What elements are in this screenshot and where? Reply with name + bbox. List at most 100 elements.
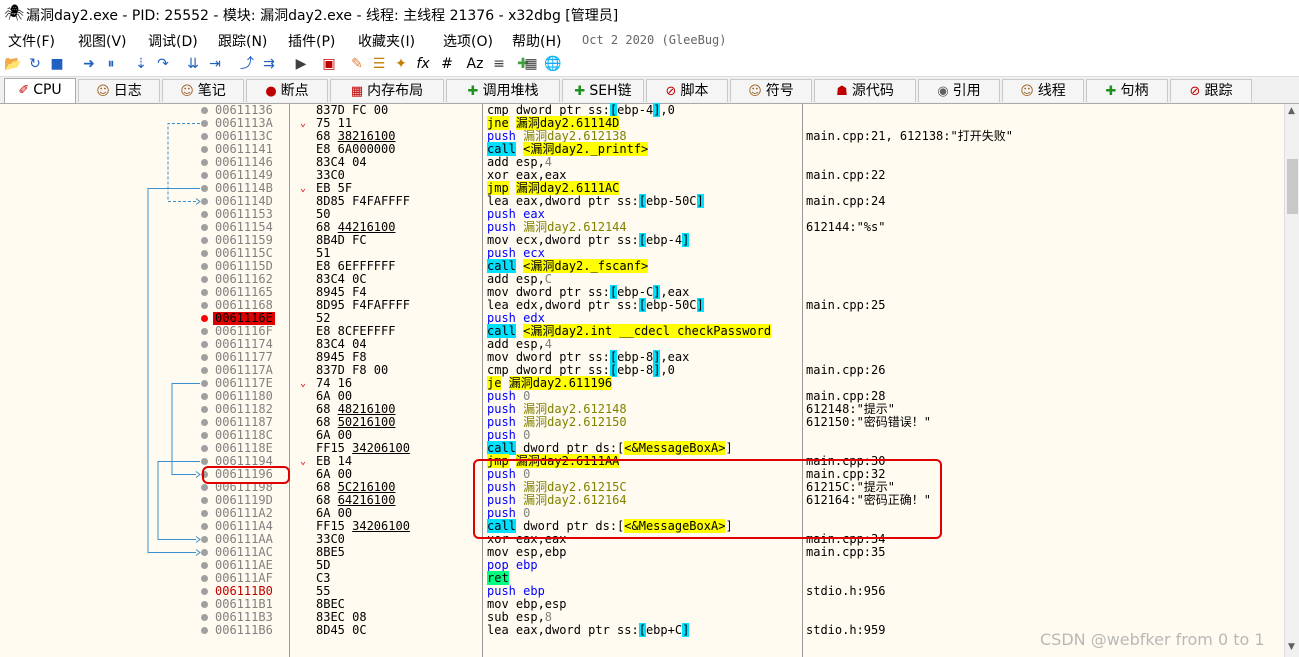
- breakpoint-dot-icon[interactable]: [201, 276, 208, 283]
- label-icon[interactable]: ☰: [370, 55, 388, 73]
- breakpoint-dot-icon[interactable]: [201, 159, 208, 166]
- step-over-icon[interactable]: ↷: [154, 55, 172, 73]
- disasm-row[interactable]: 00611153 50 push eax: [0, 208, 1284, 221]
- disasm-row[interactable]: 00611146 83C4 04 add esp,4: [0, 156, 1284, 169]
- trace-over-icon[interactable]: ⇥: [206, 55, 224, 73]
- run-icon[interactable]: ➜: [80, 55, 98, 73]
- disasm-row[interactable]: 0061117A 837D F8 00 cmp dword ptr ss:[ebp-…: [0, 363, 1284, 377]
- breakpoint-dot-icon[interactable]: [201, 432, 208, 439]
- menu-view[interactable]: 视图(V): [78, 31, 127, 51]
- breakpoint-dot-icon[interactable]: [201, 445, 208, 452]
- open-icon[interactable]: 📂: [4, 55, 22, 73]
- comment-icon[interactable]: ✎: [348, 55, 366, 73]
- tab-references[interactable]: ◉ 引用: [918, 79, 1000, 102]
- run-to-user-code-icon[interactable]: ⇉: [260, 55, 278, 73]
- disasm-row[interactable]: 00611182 68 48216100 push 漏洞day2.612148 612…: [0, 403, 1284, 416]
- breakpoint-dot-icon[interactable]: [201, 172, 208, 179]
- breakpoint-dot-icon[interactable]: [201, 614, 208, 621]
- tab-cpu[interactable]: ✐ CPU: [4, 78, 76, 103]
- breakpoint-dot-icon[interactable]: [201, 107, 208, 114]
- disasm-row[interactable]: 00611136 837D FC 00 cmp dword ptr ss:[ebp-…: [0, 103, 1284, 117]
- bookmark-icon[interactable]: ✦: [392, 55, 410, 73]
- script-icon[interactable]: ▣: [320, 55, 338, 73]
- disasm-row[interactable]: 00611159 8B4D FC mov ecx,dword ptr ss:[ebp…: [0, 233, 1284, 247]
- function-icon[interactable]: fx: [414, 55, 432, 73]
- tab-symbols[interactable]: ☺ 符号: [730, 79, 812, 102]
- tab-log[interactable]: ☺ 日志: [78, 79, 160, 102]
- disasm-row[interactable]: 00611168 8D95 F4FAFFFF lea edx,dword ptr s…: [0, 298, 1284, 312]
- breakpoint-dot-icon[interactable]: [201, 133, 208, 140]
- breakpoint-dot-icon[interactable]: [201, 315, 208, 322]
- tab-handles[interactable]: ✚ 句柄: [1086, 79, 1168, 102]
- disasm-row[interactable]: 0061113A ⌄ 75 11 jne 漏洞day2.61114D: [0, 116, 1284, 130]
- strings-icon[interactable]: ≡: [490, 55, 508, 73]
- menu-debug[interactable]: 调试(D): [148, 31, 198, 51]
- trace-into-icon[interactable]: ⇊: [184, 55, 202, 73]
- tab-notes[interactable]: ☺ 笔记: [162, 79, 244, 102]
- breakpoint-dot-icon[interactable]: [201, 601, 208, 608]
- breakpoint-dot-icon[interactable]: [201, 458, 208, 465]
- breakpoint-dot-icon[interactable]: [201, 263, 208, 270]
- breakpoint-dot-icon[interactable]: [201, 549, 208, 556]
- breakpoint-dot-icon[interactable]: [201, 211, 208, 218]
- breakpoint-dot-icon[interactable]: [201, 523, 208, 530]
- breakpoint-dot-icon[interactable]: [201, 627, 208, 634]
- breakpoint-dot-icon[interactable]: [201, 341, 208, 348]
- calculator-icon[interactable]: ▦: [522, 55, 540, 73]
- disasm-row[interactable]: 0061114D 8D85 F4FAFFFF lea eax,dword ptr s…: [0, 194, 1284, 208]
- breakpoint-dot-icon[interactable]: [201, 367, 208, 374]
- breakpoint-dot-icon[interactable]: [201, 224, 208, 231]
- stop-icon[interactable]: ■: [48, 55, 66, 73]
- disasm-row[interactable]: 006111AE 5D pop ebp: [0, 559, 1284, 572]
- breakpoint-dot-icon[interactable]: [201, 393, 208, 400]
- disasm-row[interactable]: 0061116F E8 8CFEFFFF call <漏洞day2.int __cd…: [0, 324, 1284, 338]
- disasm-row[interactable]: 00611149 33C0 xor eax,eax main.cpp:22: [0, 169, 1284, 182]
- scroll-up-icon[interactable]: ▲: [1288, 106, 1295, 116]
- breakpoint-dot-icon[interactable]: [201, 302, 208, 309]
- breakpoint-dot-icon[interactable]: [201, 289, 208, 296]
- breakpoint-dot-icon[interactable]: [201, 237, 208, 244]
- disasm-row[interactable]: 0061115D E8 6EFFFFFF call <漏洞day2._fscanf>: [0, 259, 1284, 273]
- breakpoint-dot-icon[interactable]: [201, 198, 208, 205]
- font-icon[interactable]: Az: [466, 55, 484, 73]
- disasm-row[interactable]: 006111B1 8BEC mov ebp,esp: [0, 598, 1284, 611]
- disasm-row[interactable]: 006111AC 8BE5 mov esp,ebp main.cpp:35: [0, 546, 1284, 559]
- disasm-row[interactable]: 0061117E ⌄ 74 16 je 漏洞day2.611196: [0, 376, 1284, 390]
- menu-options[interactable]: 选项(O): [443, 31, 493, 51]
- tab-script[interactable]: ⊘ 脚本: [646, 79, 728, 102]
- tab-seh[interactable]: ✚ SEH链: [562, 79, 644, 102]
- menu-help[interactable]: 帮助(H): [512, 31, 561, 51]
- scroll-down-icon[interactable]: ▼: [1288, 642, 1295, 652]
- breakpoint-dot-icon[interactable]: [201, 588, 208, 595]
- menu-trace[interactable]: 跟踪(N): [218, 31, 267, 51]
- breakpoint-dot-icon[interactable]: [201, 510, 208, 517]
- animate-icon[interactable]: ▶: [292, 55, 310, 73]
- tab-threads[interactable]: ☺ 线程: [1002, 79, 1084, 102]
- breakpoint-dot-icon[interactable]: [201, 575, 208, 582]
- breakpoint-dot-icon[interactable]: [201, 419, 208, 426]
- disasm-row[interactable]: 0061118E FF15 34206100 call dword ptr ds:[…: [0, 441, 1284, 455]
- breakpoint-dot-icon[interactable]: [201, 406, 208, 413]
- disasm-row[interactable]: 00611180 6A 00 push 0 main.cpp:28: [0, 390, 1284, 403]
- step-into-icon[interactable]: ⇣: [132, 55, 150, 73]
- tab-memory[interactable]: ▦ 内存布局: [330, 79, 444, 102]
- menu-favourites[interactable]: 收藏夹(I): [358, 31, 415, 51]
- disasm-row[interactable]: 00611141 E8 6A000000 call <漏洞day2._printf>: [0, 142, 1284, 156]
- tab-source[interactable]: ☗ 源代码: [814, 79, 916, 102]
- pause-icon[interactable]: ⏸: [102, 55, 120, 73]
- breakpoint-dot-icon[interactable]: [201, 484, 208, 491]
- disasm-row[interactable]: 00611187 68 50216100 push 漏洞day2.612150 612…: [0, 416, 1284, 429]
- breakpoint-dot-icon[interactable]: [201, 250, 208, 257]
- restart-icon[interactable]: ↻: [26, 55, 44, 73]
- breakpoint-dot-icon[interactable]: [201, 120, 208, 127]
- breakpoint-dot-icon[interactable]: [201, 185, 208, 192]
- breakpoint-dot-icon[interactable]: [201, 354, 208, 361]
- breakpoint-dot-icon[interactable]: [201, 380, 208, 387]
- disasm-row[interactable]: 006111AF C3 ret: [0, 571, 1284, 585]
- tab-trace[interactable]: ⊘ 跟踪: [1170, 79, 1252, 102]
- breakpoint-dot-icon[interactable]: [201, 497, 208, 504]
- tab-callstack[interactable]: ✚ 调用堆栈: [446, 79, 560, 102]
- hash-icon[interactable]: #: [438, 55, 456, 73]
- breakpoint-dot-icon[interactable]: [201, 562, 208, 569]
- disasm-row[interactable]: 006111B0 55 push ebp stdio.h:956: [0, 585, 1284, 598]
